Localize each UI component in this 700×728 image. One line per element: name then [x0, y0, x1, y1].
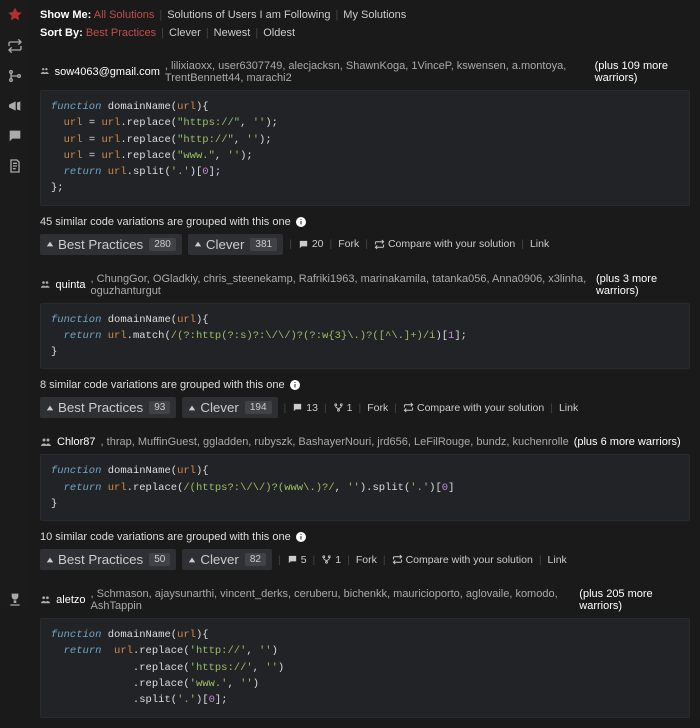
- comments-link[interactable]: 13: [292, 402, 318, 414]
- grouped-line: 10 similar code variations are grouped w…: [40, 531, 690, 543]
- other-users[interactable]: , Schmason, ajaysunarthi, vincent_derks,…: [91, 588, 575, 612]
- plus-warriors[interactable]: (plus 6 more warriors): [574, 436, 681, 448]
- primary-user[interactable]: quinta: [56, 279, 86, 291]
- fork-link[interactable]: Fork: [338, 238, 359, 250]
- best-practices-button[interactable]: Best Practices50: [40, 549, 176, 570]
- best-practices-button[interactable]: Best Practices280: [40, 234, 182, 255]
- compare-link[interactable]: Compare with your solution: [403, 402, 544, 414]
- compare-link[interactable]: Compare with your solution: [374, 238, 515, 250]
- show-me-row: Show Me: All Solutions|Solutions of User…: [40, 6, 690, 24]
- solution: Chlor87 , thrap, MuffinGuest, ggladden, r…: [40, 436, 690, 570]
- action-row: Best Practices280Clever381|20|Fork|Compa…: [40, 234, 690, 255]
- info-icon[interactable]: [295, 216, 307, 228]
- code-block: function domainName(url){ return url.mat…: [40, 303, 690, 370]
- filter-option[interactable]: My Solutions: [343, 9, 406, 21]
- code-block: function domainName(url){ return url.rep…: [40, 618, 690, 717]
- logo: [6, 6, 24, 24]
- compare-link[interactable]: Compare with your solution: [392, 554, 533, 566]
- sort-by-row: Sort By: Best Practices|Clever|Newest|Ol…: [40, 24, 690, 42]
- show-me-options: All Solutions|Solutions of Users I am Fo…: [94, 9, 406, 21]
- action-row: Best Practices50Clever82|5|1|Fork|Compar…: [40, 549, 690, 570]
- grouped-text: 45 similar code variations are grouped w…: [40, 216, 291, 228]
- comments-link[interactable]: 5: [287, 554, 307, 566]
- users-icon: [40, 66, 50, 78]
- grouped-line: 8 similar code variations are grouped wi…: [40, 379, 690, 391]
- permalink-link[interactable]: Link: [548, 554, 567, 566]
- filter-option[interactable]: All Solutions: [94, 9, 155, 21]
- primary-user[interactable]: sow4063@gmail.com: [55, 66, 160, 78]
- code-block: function domainName(url){ return url.rep…: [40, 454, 690, 521]
- sidebar: [0, 0, 30, 607]
- code-block: function domainName(url){ url = url.repl…: [40, 90, 690, 206]
- info-icon[interactable]: [295, 531, 307, 543]
- plus-warriors[interactable]: (plus 109 more warriors): [595, 60, 690, 84]
- content: Show Me: All Solutions|Solutions of User…: [30, 0, 700, 728]
- fork-link[interactable]: Fork: [367, 402, 388, 414]
- primary-user[interactable]: Chlor87: [57, 436, 96, 448]
- bp-count: 50: [149, 553, 170, 566]
- filter-option[interactable]: Oldest: [263, 27, 295, 39]
- bp-count: 280: [149, 238, 176, 251]
- solution: quinta , ChungGor, OGladkiy, chris_steene…: [40, 273, 690, 419]
- solution: aletzo , Schmason, ajaysunarthi, vincent_…: [40, 588, 690, 717]
- chat-icon[interactable]: [7, 128, 23, 144]
- forks-count[interactable]: 1: [321, 554, 341, 566]
- plus-warriors[interactable]: (plus 3 more warriors): [596, 273, 690, 297]
- users-line: sow4063@gmail.com , lilixiaoxx, user63077…: [40, 60, 690, 84]
- clever-count: 194: [245, 401, 272, 414]
- git-merge-icon[interactable]: [7, 68, 23, 84]
- permalink-link[interactable]: Link: [530, 238, 549, 250]
- grouped-line: 45 similar code variations are grouped w…: [40, 216, 690, 228]
- action-row: Best Practices93Clever194|13|1|Fork|Comp…: [40, 397, 690, 418]
- solution: sow4063@gmail.com , lilixiaoxx, user63077…: [40, 60, 690, 255]
- forks-count[interactable]: 1: [333, 402, 353, 414]
- filter-option[interactable]: Newest: [214, 27, 251, 39]
- clever-count: 381: [250, 238, 277, 251]
- document-icon[interactable]: [7, 158, 23, 174]
- permalink-link[interactable]: Link: [559, 402, 578, 414]
- other-users[interactable]: , lilixiaoxx, user6307749, alecjacksn, S…: [165, 60, 590, 84]
- sort-by-label: Sort By:: [40, 27, 83, 39]
- filter-option[interactable]: Best Practices: [86, 27, 156, 39]
- bp-count: 93: [149, 401, 170, 414]
- users-icon: [40, 436, 52, 448]
- users-line: Chlor87 , thrap, MuffinGuest, ggladden, r…: [40, 436, 690, 448]
- megaphone-icon[interactable]: [7, 98, 23, 114]
- best-practices-button[interactable]: Best Practices93: [40, 397, 176, 418]
- users-line: quinta , ChungGor, OGladkiy, chris_steene…: [40, 273, 690, 297]
- show-me-label: Show Me:: [40, 9, 91, 21]
- trophy-icon[interactable]: [7, 591, 23, 607]
- other-users[interactable]: , thrap, MuffinGuest, ggladden, rubyszk,…: [101, 436, 569, 448]
- plus-warriors[interactable]: (plus 205 more warriors): [579, 588, 690, 612]
- info-icon[interactable]: [289, 379, 301, 391]
- users-line: aletzo , Schmason, ajaysunarthi, vincent_…: [40, 588, 690, 612]
- users-icon: [40, 594, 51, 606]
- fork-link[interactable]: Fork: [356, 554, 377, 566]
- repeat-icon[interactable]: [7, 38, 23, 54]
- other-users[interactable]: , ChungGor, OGladkiy, chris_steenekamp, …: [91, 273, 591, 297]
- sort-by-options: Best Practices|Clever|Newest|Oldest: [86, 27, 295, 39]
- grouped-text: 10 similar code variations are grouped w…: [40, 531, 291, 543]
- clever-button[interactable]: Clever194: [182, 397, 277, 418]
- clever-button[interactable]: Clever82: [182, 549, 272, 570]
- clever-count: 82: [245, 553, 266, 566]
- primary-user[interactable]: aletzo: [56, 594, 85, 606]
- clever-button[interactable]: Clever381: [188, 234, 283, 255]
- filter-option[interactable]: Solutions of Users I am Following: [167, 9, 330, 21]
- grouped-text: 8 similar code variations are grouped wi…: [40, 379, 285, 391]
- filter-option[interactable]: Clever: [169, 27, 201, 39]
- comments-link[interactable]: 20: [298, 238, 324, 250]
- users-icon: [40, 279, 51, 291]
